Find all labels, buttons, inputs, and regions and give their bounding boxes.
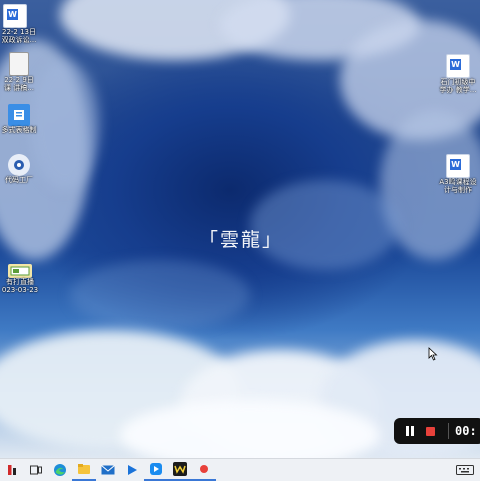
document-thumb-icon xyxy=(9,52,29,76)
wps-button[interactable] xyxy=(168,459,192,481)
desktop-icon-label: 023-03-23 xyxy=(1,286,39,294)
mail-icon xyxy=(101,465,115,475)
edge-icon xyxy=(54,464,66,476)
recording-timer: 00: xyxy=(455,424,477,438)
media-player-icon xyxy=(128,465,137,475)
stop-icon xyxy=(425,426,435,436)
widgets-button[interactable] xyxy=(0,459,24,481)
mouse-cursor-icon xyxy=(428,346,438,365)
tray-input-indicator[interactable] xyxy=(450,459,480,481)
desktop-icon-label: 代码工厂 xyxy=(5,176,33,184)
word-doc-icon xyxy=(446,154,470,178)
desktop-icon-label: 22-2 13日 xyxy=(1,28,37,36)
word-doc-icon xyxy=(446,54,470,78)
desktop-wallpaper: 「雲龍」 xyxy=(0,0,480,458)
wps-icon xyxy=(173,462,187,476)
divider xyxy=(448,423,449,439)
screen-recorder-bar: 00: xyxy=(394,418,480,444)
widgets-icon xyxy=(8,465,16,475)
app-button[interactable] xyxy=(144,459,168,481)
desktop-icon-word-right-1[interactable]: 石门初级中 学办 教学... xyxy=(436,54,480,94)
desktop-icon-label: 计与制作 xyxy=(444,186,472,194)
file-explorer-icon xyxy=(78,464,90,474)
desktop-icon-live[interactable]: 有打直播 023-03-23 xyxy=(0,264,40,294)
desktop-icon-label: 有打直播 xyxy=(6,278,34,286)
desktop-icon-form[interactable]: 多式表格制 xyxy=(0,104,38,134)
desktop-icon-label: 课 讲稿... xyxy=(4,84,34,92)
pause-icon xyxy=(406,426,414,436)
pause-button[interactable] xyxy=(400,421,420,441)
cloud-shape xyxy=(250,180,400,270)
keyboard-icon xyxy=(456,465,474,475)
code-factory-icon xyxy=(8,154,30,176)
cloud-shape xyxy=(70,260,250,330)
desktop-icon-label: A3鸣课程设 xyxy=(439,178,477,186)
edge-button[interactable] xyxy=(48,459,72,481)
desktop-icon-word-right-2[interactable]: A3鸣课程设 计与制作 xyxy=(436,154,480,194)
live-stream-icon xyxy=(8,264,32,278)
task-view-button[interactable] xyxy=(24,459,48,481)
desktop-icon-word[interactable] xyxy=(2,4,28,28)
desktop-icon-doc-1[interactable]: 22-2 13日 双政诉讼... xyxy=(0,28,38,44)
desktop-icon-label: 多式表格制 xyxy=(1,126,37,134)
app-icon xyxy=(150,463,162,475)
desktop-icon-label: 学办 教学... xyxy=(439,86,477,94)
form-app-icon xyxy=(8,104,30,126)
wallpaper-title: 「雲龍」 xyxy=(198,229,283,251)
desktop-icon-doc-2[interactable]: 22-2 9日 课 讲稿... xyxy=(0,52,38,92)
mail-button[interactable] xyxy=(96,459,120,481)
media-player-button[interactable] xyxy=(120,459,144,481)
word-doc-icon xyxy=(3,4,27,28)
file-explorer-button[interactable] xyxy=(72,459,96,481)
desktop-icon-label: 22-2 9日 xyxy=(4,76,34,84)
stop-button[interactable] xyxy=(420,421,440,441)
desktop-icon-code-factory[interactable]: 代码工厂 xyxy=(0,154,38,184)
task-view-icon xyxy=(30,465,42,475)
cloud-shape xyxy=(30,60,100,190)
recorder-button[interactable] xyxy=(192,459,216,481)
recorder-icon xyxy=(200,465,208,473)
desktop-icon-label: 双政诉讼... xyxy=(1,36,37,44)
taskbar xyxy=(0,458,480,481)
desktop-icon-label: 石门初级中 xyxy=(440,78,476,86)
